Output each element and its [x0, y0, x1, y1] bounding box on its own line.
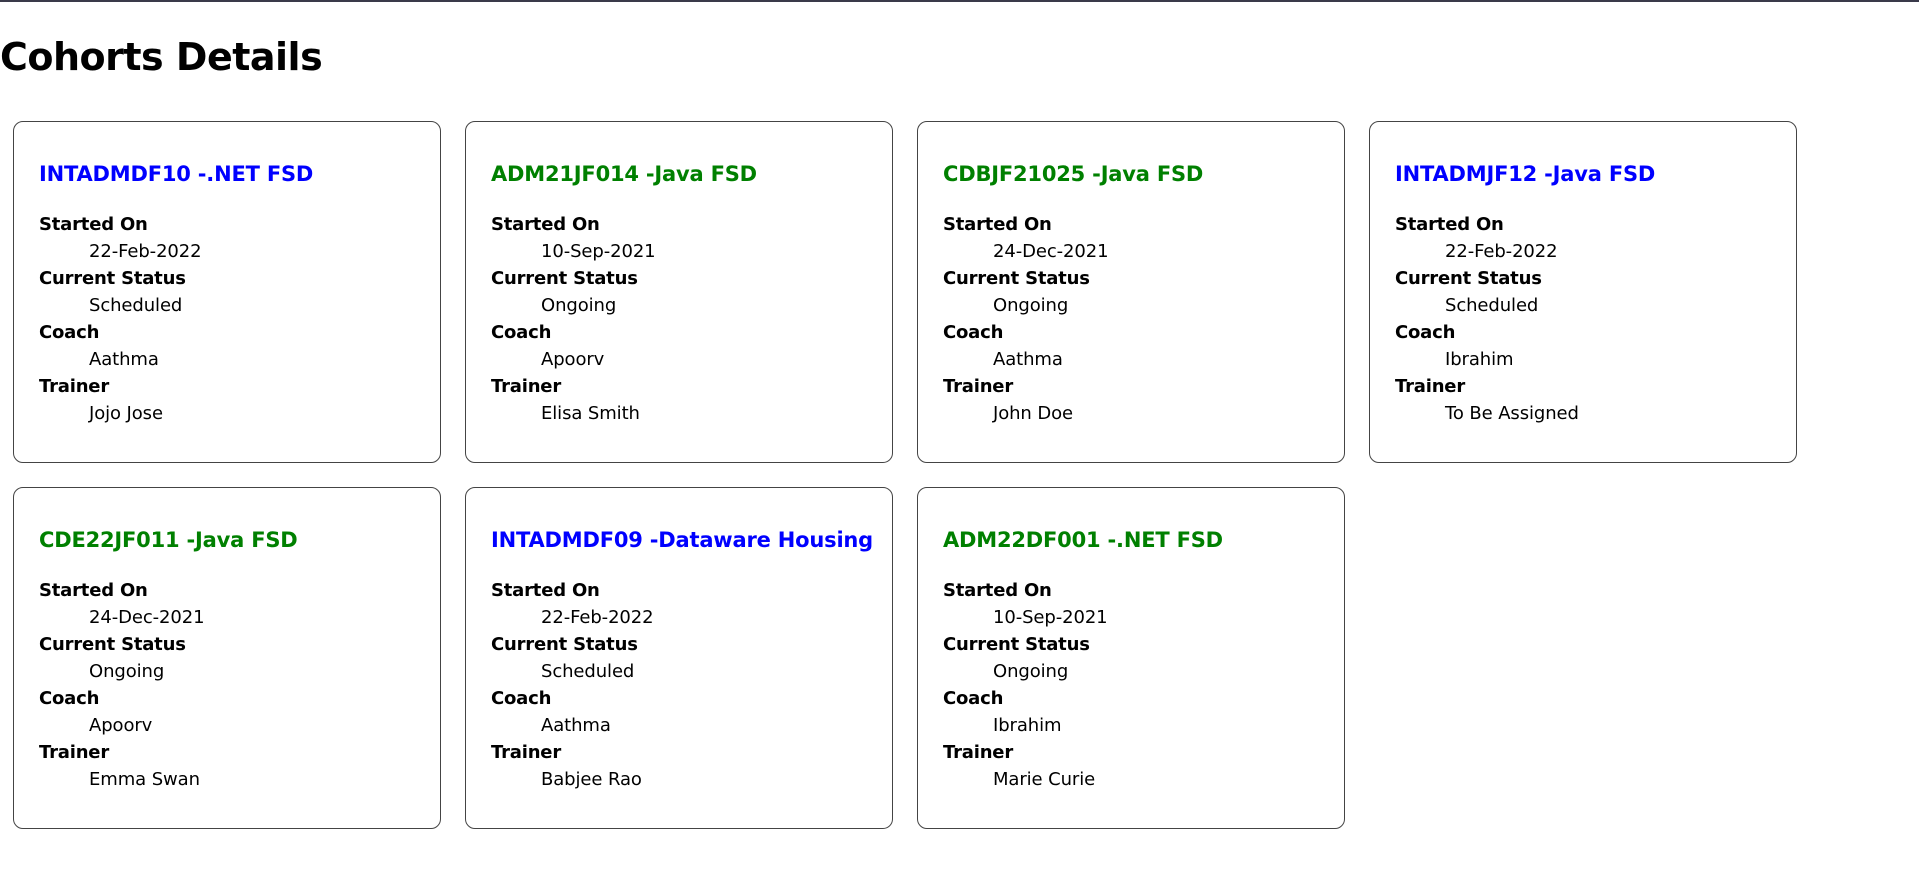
started-on-value: 24-Dec-2021 [993, 241, 1109, 262]
coach-label: Coach [1395, 322, 1456, 343]
cohort-card: CDBJF21025 -Java FSD Started On 24-Dec-2… [917, 121, 1345, 463]
started-on-label: Started On [1395, 214, 1504, 235]
coach-value: Ibrahim [1445, 349, 1514, 370]
started-on-label: Started On [39, 214, 148, 235]
coach-value: Aathma [993, 349, 1063, 370]
cohort-title: INTADMJF12 -Java FSD [1395, 162, 1656, 186]
trainer-label: Trainer [943, 742, 1013, 763]
cohort-details: Started On 22-Feb-2022 Current Status Sc… [491, 577, 892, 793]
current-status-label: Current Status [39, 634, 186, 655]
trainer-value: Elisa Smith [541, 403, 640, 424]
coach-label: Coach [39, 688, 100, 709]
cohort-card: ADM22DF001 -.NET FSD Started On 10-Sep-2… [917, 487, 1345, 829]
trainer-value: John Doe [993, 403, 1074, 424]
cohort-card: CDE22JF011 -Java FSD Started On 24-Dec-2… [13, 487, 441, 829]
coach-value: Ibrahim [993, 715, 1062, 736]
coach-label: Coach [39, 322, 100, 343]
current-status-value: Scheduled [541, 661, 635, 682]
cohort-details: Started On 24-Dec-2021 Current Status On… [39, 577, 440, 793]
cohort-card: INTADMDF10 -.NET FSD Started On 22-Feb-2… [13, 121, 441, 463]
cohort-details: Started On 22-Feb-2022 Current Status Sc… [39, 211, 440, 427]
current-status-value: Ongoing [993, 661, 1069, 682]
current-status-value: Scheduled [89, 295, 183, 316]
current-status-label: Current Status [943, 268, 1090, 289]
cohort-details: Started On 10-Sep-2021 Current Status On… [491, 211, 892, 427]
current-status-label: Current Status [943, 634, 1090, 655]
top-border [0, 0, 1919, 2]
cohort-title: CDE22JF011 -Java FSD [39, 528, 298, 552]
started-on-value: 22-Feb-2022 [1445, 241, 1558, 262]
cohort-title: CDBJF21025 -Java FSD [943, 162, 1204, 186]
trainer-label: Trainer [1395, 376, 1465, 397]
trainer-label: Trainer [39, 376, 109, 397]
cohort-details: Started On 24-Dec-2021 Current Status On… [943, 211, 1344, 427]
started-on-label: Started On [491, 580, 600, 601]
current-status-label: Current Status [39, 268, 186, 289]
trainer-label: Trainer [491, 742, 561, 763]
coach-value: Aathma [541, 715, 611, 736]
trainer-value: Babjee Rao [541, 769, 642, 790]
cohort-details: Started On 22-Feb-2022 Current Status Sc… [1395, 211, 1796, 427]
started-on-label: Started On [943, 214, 1052, 235]
started-on-value: 22-Feb-2022 [89, 241, 202, 262]
cohort-card: INTADMJF12 -Java FSD Started On 22-Feb-2… [1369, 121, 1797, 463]
trainer-label: Trainer [943, 376, 1013, 397]
cohort-title: ADM21JF014 -Java FSD [491, 162, 757, 186]
started-on-value: 10-Sep-2021 [541, 241, 656, 262]
coach-value: Apoorv [541, 349, 605, 370]
started-on-label: Started On [39, 580, 148, 601]
coach-label: Coach [491, 322, 552, 343]
current-status-label: Current Status [491, 634, 638, 655]
current-status-value: Scheduled [1445, 295, 1539, 316]
current-status-value: Ongoing [993, 295, 1069, 316]
cohort-card: INTADMDF09 -Dataware Housing Started On … [465, 487, 893, 829]
started-on-label: Started On [491, 214, 600, 235]
current-status-value: Ongoing [541, 295, 617, 316]
trainer-label: Trainer [491, 376, 561, 397]
current-status-label: Current Status [1395, 268, 1542, 289]
trainer-value: Jojo Jose [89, 403, 163, 424]
current-status-value: Ongoing [89, 661, 165, 682]
coach-value: Aathma [89, 349, 159, 370]
cohorts-grid: INTADMDF10 -.NET FSD Started On 22-Feb-2… [13, 121, 1813, 829]
coach-value: Apoorv [89, 715, 153, 736]
cohort-title: INTADMDF09 -Dataware Housing [491, 528, 874, 552]
started-on-value: 22-Feb-2022 [541, 607, 654, 628]
cohort-title: ADM22DF001 -.NET FSD [943, 528, 1223, 552]
coach-label: Coach [491, 688, 552, 709]
cohort-card: ADM21JF014 -Java FSD Started On 10-Sep-2… [465, 121, 893, 463]
started-on-label: Started On [943, 580, 1052, 601]
started-on-value: 10-Sep-2021 [993, 607, 1108, 628]
cohort-details: Started On 10-Sep-2021 Current Status On… [943, 577, 1344, 793]
trainer-value: Marie Curie [993, 769, 1096, 790]
trainer-value: Emma Swan [89, 769, 200, 790]
cohort-title: INTADMDF10 -.NET FSD [39, 162, 314, 186]
trainer-label: Trainer [39, 742, 109, 763]
started-on-value: 24-Dec-2021 [89, 607, 205, 628]
coach-label: Coach [943, 688, 1004, 709]
current-status-label: Current Status [491, 268, 638, 289]
trainer-value: To Be Assigned [1445, 403, 1579, 424]
page-title: Cohorts Details [0, 35, 323, 79]
coach-label: Coach [943, 322, 1004, 343]
